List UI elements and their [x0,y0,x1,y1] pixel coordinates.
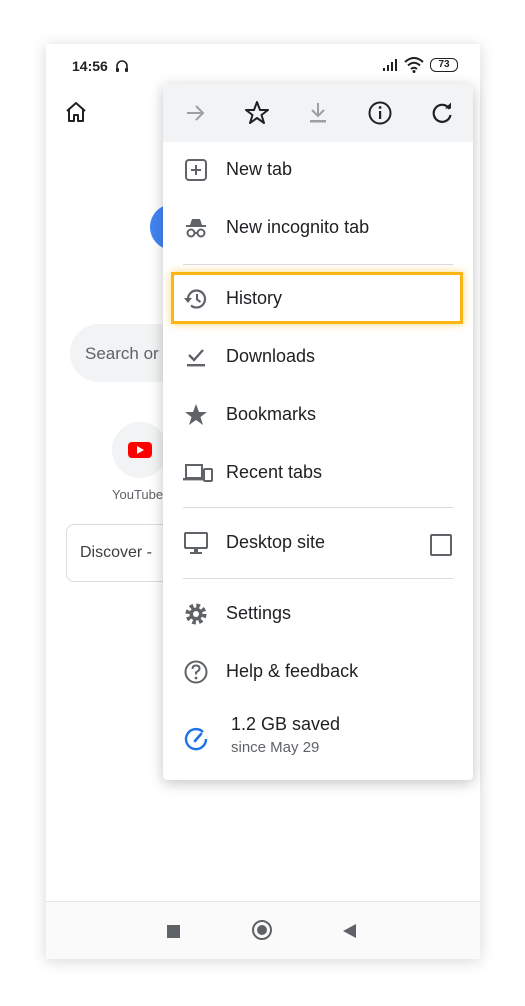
data-saved-amount: 1.2 GB saved [231,714,341,734]
menu-divider [183,578,453,579]
menu-item-label: Help & feedback [226,661,359,681]
menu-item-label: Downloads [226,346,316,366]
menu-item-desktop-site[interactable]: Desktop site [163,515,473,571]
menu-item-label: Recent tabs [226,462,323,482]
menu-item-bookmarks[interactable]: Bookmarks [163,387,473,443]
menu-item-data-saver[interactable]: 1.2 GB saved since May 29 [163,704,473,768]
shortcut-tile-youtube[interactable] [112,422,168,478]
devices-icon [183,464,213,482]
menu-item-downloads[interactable]: Downloads [163,329,473,385]
signal-icon [383,59,397,71]
data-saver-icon [184,727,208,751]
back-button[interactable] [343,924,356,938]
monitor-icon [184,532,208,554]
help-icon [184,660,208,684]
home-button[interactable] [252,920,272,940]
menu-toolbar [163,84,473,142]
menu-item-label: New tab [226,159,293,179]
headphones-icon [116,60,128,72]
incognito-icon [186,219,206,238]
refresh-icon[interactable] [428,99,456,127]
battery-indicator: 73 [430,58,458,72]
data-saved-since: since May 29 [231,739,320,756]
history-highlight-box [171,272,463,324]
gear-icon [185,603,207,625]
menu-item-recent-tabs[interactable]: Recent tabs [163,445,473,501]
wifi-icon [404,57,424,73]
status-time: 14:56 [72,58,108,74]
home-icon[interactable] [64,100,88,124]
desktop-site-checkbox[interactable] [430,534,452,556]
menu-divider [183,264,453,265]
menu-item-settings[interactable]: Settings [163,586,473,642]
overflow-menu: New tab New incognito tab History Downlo… [163,84,473,780]
search-placeholder: Search or [85,344,159,363]
menu-item-label: Desktop site [226,532,326,552]
discover-label: Discover - [80,544,153,561]
menu-item-label: Bookmarks [226,404,317,424]
menu-item-new-tab[interactable]: New tab [163,142,473,198]
menu-item-label: New incognito tab [226,217,370,237]
android-navigation-bar [46,901,480,959]
download-icon[interactable] [304,99,332,127]
downloads-icon [187,349,205,367]
menu-item-new-incognito-tab[interactable]: New incognito tab [163,200,473,256]
shortcut-label: YouTube [112,487,164,502]
menu-divider [183,507,453,508]
new-tab-icon [185,159,207,181]
status-bar: 14:56 73 [46,44,480,88]
youtube-icon [128,442,152,458]
info-icon[interactable] [366,99,394,127]
menu-item-help-feedback[interactable]: Help & feedback [163,644,473,700]
forward-icon[interactable] [181,99,209,127]
recents-button[interactable] [167,925,180,938]
star-icon[interactable] [243,99,271,127]
menu-item-label: Settings [226,603,292,623]
star-filled-icon [185,404,207,425]
